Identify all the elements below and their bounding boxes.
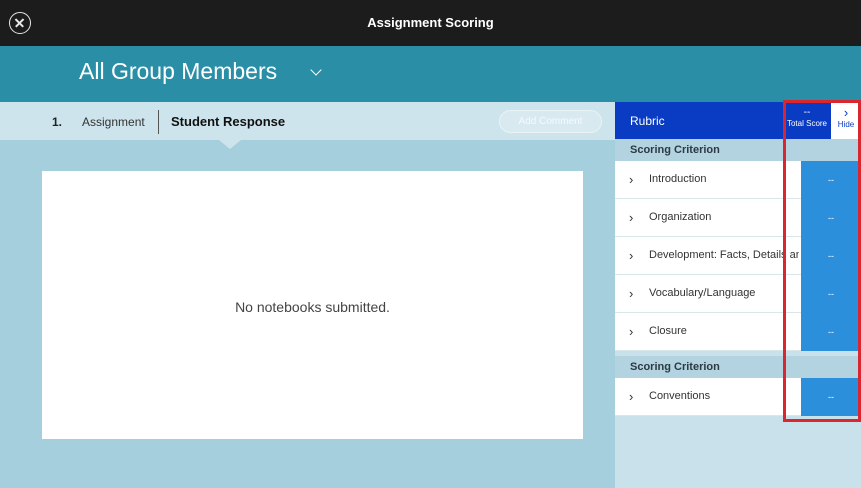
active-tab-pointer (219, 140, 241, 149)
window-title: Assignment Scoring (367, 15, 494, 30)
group-selector[interactable]: All Group Members (79, 58, 277, 85)
criterion-heading-text: Scoring Criterion (630, 361, 720, 373)
response-subnav: 1. Assignment Student Response Add Comme… (0, 102, 615, 140)
chevron-right-icon: › (629, 286, 634, 301)
assignment-number: 1. (52, 115, 63, 129)
tab-assignment[interactable]: Assignment (82, 115, 145, 129)
criterion-label: Conventions (649, 390, 711, 402)
chevron-right-icon: › (629, 248, 634, 263)
chevron-down-icon[interactable] (310, 64, 322, 76)
criterion-label: Introduction (649, 173, 707, 185)
rubric-title: Rubric (630, 114, 665, 128)
title-bar: Assignment Scoring (0, 0, 861, 46)
notebook-area: No notebooks submitted. (42, 171, 583, 439)
group-header: All Group Members (0, 46, 861, 102)
criterion-label: Organization (649, 211, 712, 223)
criterion-label: Development: Facts, Details and (649, 249, 799, 261)
add-comment-button[interactable]: Add Comment (499, 110, 602, 133)
tab-student-response[interactable]: Student Response (171, 114, 285, 129)
criterion-label: Vocabulary/Language (649, 287, 756, 299)
chevron-right-icon: › (629, 324, 634, 339)
chevron-right-icon: › (629, 210, 634, 225)
criterion-label: Closure (649, 325, 687, 337)
tab-divider (158, 110, 159, 134)
criterion-heading-text: Scoring Criterion (630, 144, 720, 156)
highlight-box (783, 100, 861, 422)
empty-notebook-message: No notebooks submitted. (235, 299, 390, 315)
chevron-right-icon: › (629, 172, 634, 187)
chevron-right-icon: › (629, 389, 634, 404)
